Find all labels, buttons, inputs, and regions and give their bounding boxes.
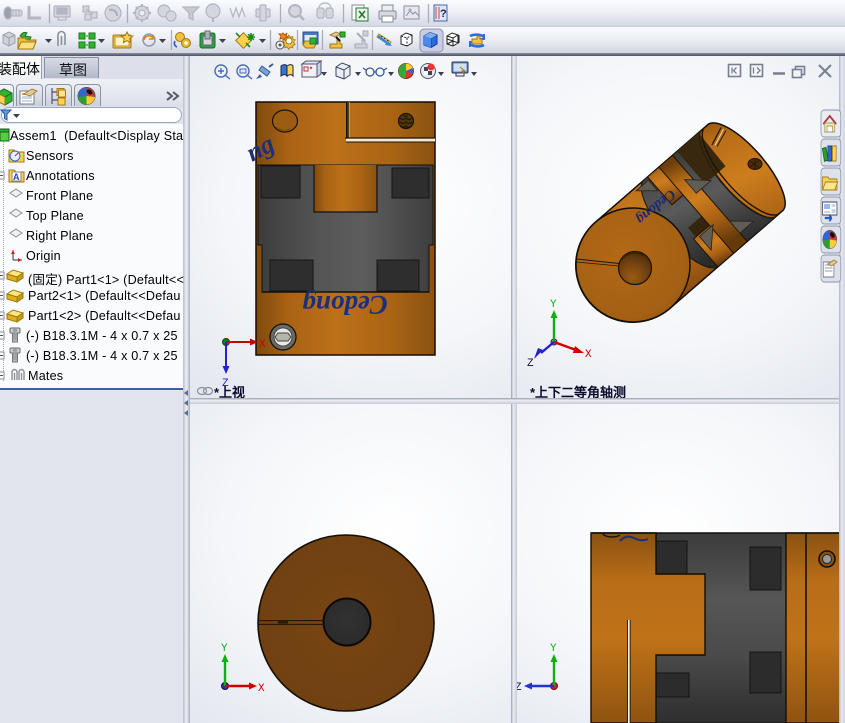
svg-text:*上视: *上视	[214, 385, 245, 398]
svg-text:X: X	[585, 349, 592, 361]
svg-text:?: ?	[440, 8, 447, 20]
svg-text:Z: Z	[517, 682, 522, 694]
svg-text:Y: Y	[550, 299, 557, 311]
svg-text:Y: Y	[221, 643, 228, 655]
svg-text:A: A	[13, 172, 20, 182]
svg-text:Y: Y	[550, 643, 557, 655]
svg-text:Cedong: Cedong	[302, 290, 388, 320]
svg-text:X: X	[258, 683, 265, 695]
svg-text:Z: Z	[527, 358, 534, 370]
svg-text:*上下二等角轴测: *上下二等角轴测	[530, 385, 626, 398]
svg-text:X: X	[259, 339, 266, 351]
